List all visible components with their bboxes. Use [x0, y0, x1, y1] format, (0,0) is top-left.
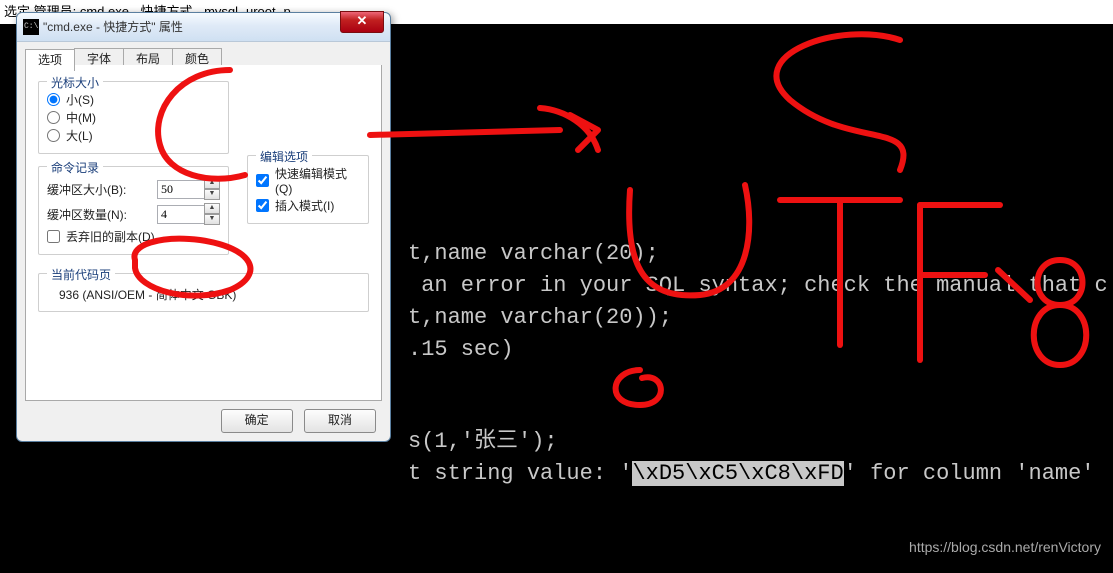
dialog-title-text: "cmd.exe - 快捷方式" 属性	[43, 20, 183, 34]
term-line-6-pre: t string value: '	[408, 461, 632, 486]
radio-large[interactable]: 大(L)	[47, 127, 220, 144]
radio-medium[interactable]: 中(M)	[47, 109, 220, 126]
term-line-3: t,name varchar(20));	[408, 305, 672, 330]
insert-mode-checkbox[interactable]: 插入模式(I)	[256, 197, 360, 214]
close-button[interactable]: ✕	[340, 11, 384, 33]
radio-small[interactable]: 小(S)	[47, 91, 220, 108]
quick-edit-input[interactable]	[256, 174, 269, 187]
quick-edit-checkbox[interactable]: 快速编辑模式(Q)	[256, 165, 360, 196]
buffer-size-label: 缓冲区大小(B):	[47, 181, 157, 198]
group-codepage: 当前代码页 936 (ANSI/OEM - 简体中文 GBK)	[38, 273, 369, 312]
group-edit-legend: 编辑选项	[256, 148, 312, 165]
group-edit-options: 编辑选项 快速编辑模式(Q) 插入模式(I)	[247, 155, 369, 224]
buffer-size-spinner[interactable]: ▲▼	[157, 178, 220, 200]
insert-mode-input[interactable]	[256, 199, 269, 212]
discard-old-checkbox[interactable]: 丢弃旧的副本(D)	[47, 228, 220, 245]
codepage-value: 936 (ANSI/OEM - 简体中文 GBK)	[59, 286, 360, 303]
term-line-4: .15 sec)	[408, 337, 514, 362]
radio-medium-input[interactable]	[47, 111, 60, 124]
group-history-legend: 命令记录	[47, 159, 103, 176]
term-line-6-highlight: \xD5\xC5\xC8\xFD	[632, 461, 843, 486]
group-cursor-legend: 光标大小	[47, 74, 103, 91]
discard-old-label: 丢弃旧的副本(D)	[66, 228, 155, 245]
group-cursor-size: 光标大小 小(S) 中(M) 大(L)	[38, 81, 229, 154]
buffer-size-input[interactable]	[157, 180, 205, 199]
insert-mode-label: 插入模式(I)	[275, 197, 334, 214]
buffer-count-label: 缓冲区数量(N):	[47, 206, 157, 223]
buffer-count-input[interactable]	[157, 205, 205, 224]
radio-large-input[interactable]	[47, 129, 60, 142]
dialog-buttons: 确定 取消	[17, 409, 390, 433]
radio-small-input[interactable]	[47, 93, 60, 106]
group-codepage-legend: 当前代码页	[47, 266, 115, 283]
buffer-count-spinner[interactable]: ▲▼	[157, 203, 220, 225]
term-line-5: s(1,'张三');	[408, 429, 558, 454]
radio-small-label: 小(S)	[66, 91, 94, 108]
quick-edit-label: 快速编辑模式(Q)	[275, 165, 360, 196]
tab-options-label: 选项	[38, 53, 62, 67]
cancel-button[interactable]: 取消	[304, 409, 376, 433]
tab-options[interactable]: 选项	[25, 49, 75, 71]
term-line-1: t,name varchar(20);	[408, 241, 659, 266]
ok-label: 确定	[245, 413, 269, 427]
tab-layout-label: 布局	[136, 52, 160, 66]
cancel-label: 取消	[328, 413, 352, 427]
spin-down-icon[interactable]: ▼	[204, 214, 220, 225]
properties-dialog: "cmd.exe - 快捷方式" 属性 ✕ 选项 字体 布局 颜色 光标大小 小…	[16, 12, 391, 442]
term-line-2: an error in your SQL syntax; check the m…	[408, 273, 1108, 298]
tab-colors-label: 颜色	[185, 52, 209, 66]
cmd-icon	[23, 19, 39, 35]
close-icon: ✕	[357, 13, 368, 28]
ok-button[interactable]: 确定	[221, 409, 293, 433]
watermark: https://blog.csdn.net/renVictory	[909, 531, 1101, 563]
dialog-titlebar[interactable]: "cmd.exe - 快捷方式" 属性 ✕	[17, 13, 390, 42]
radio-large-label: 大(L)	[66, 127, 93, 144]
radio-medium-label: 中(M)	[66, 109, 96, 126]
term-line-6-post: ' for column 'name'	[844, 461, 1095, 486]
tab-font-label: 字体	[87, 52, 111, 66]
spin-down-icon[interactable]: ▼	[204, 189, 220, 200]
spin-up-icon[interactable]: ▲	[204, 203, 220, 214]
discard-old-input[interactable]	[47, 230, 60, 243]
spin-up-icon[interactable]: ▲	[204, 178, 220, 189]
tab-pane-options: 光标大小 小(S) 中(M) 大(L) 命令记录 缓冲区大小(B): ▲▼	[25, 65, 382, 401]
group-command-history: 命令记录 缓冲区大小(B): ▲▼ 缓冲区数量(N): ▲▼	[38, 166, 229, 255]
